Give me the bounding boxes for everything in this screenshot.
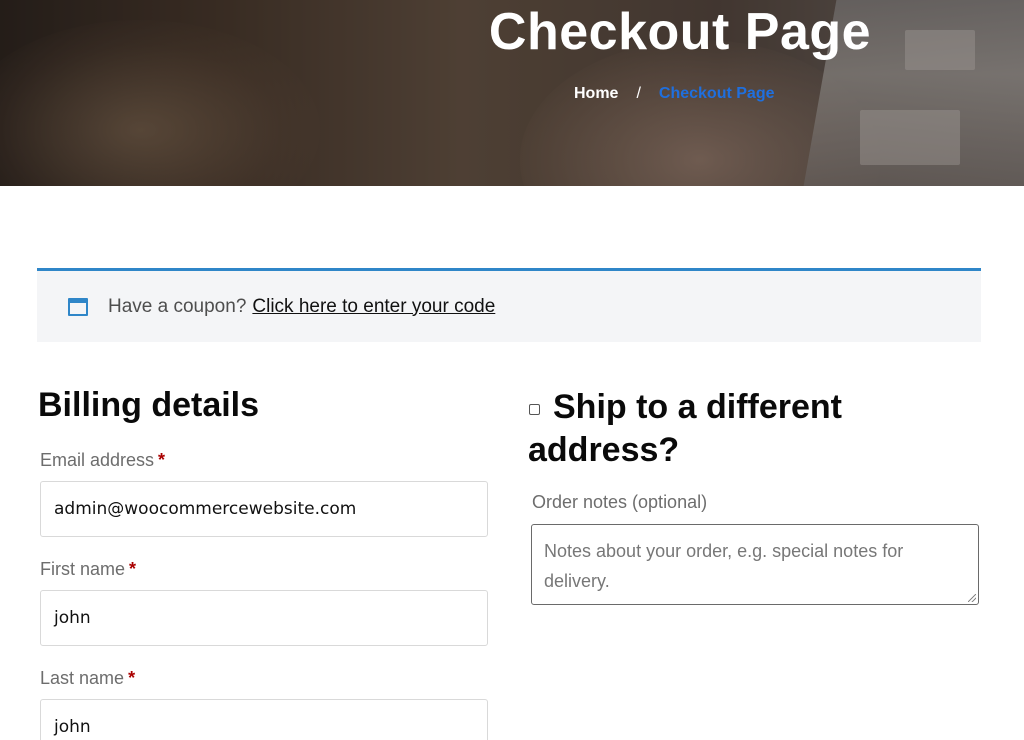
ship-different-heading: Ship to a different address?	[528, 388, 842, 469]
email-field[interactable]: admin@woocommercewebsite.com	[40, 481, 488, 537]
breadcrumb-home-link[interactable]: Home	[574, 85, 618, 103]
resize-grip-icon[interactable]	[968, 594, 976, 602]
last-name-label-text: Last name	[40, 668, 125, 688]
last-name-value: john	[54, 717, 91, 737]
last-name-field[interactable]: john	[40, 699, 488, 740]
order-notes-textarea[interactable]: Notes about your order, e.g. special not…	[531, 524, 979, 605]
coupon-notice: Have a coupon? Click here to enter your …	[37, 268, 981, 342]
breadcrumb-current: Checkout Page	[658, 85, 775, 102]
page-title: Checkout Page	[488, 3, 872, 61]
breadcrumb-separator: /	[636, 85, 641, 102]
email-value: admin@woocommercewebsite.com	[54, 499, 357, 519]
first-name-field[interactable]: john	[40, 590, 488, 646]
required-marker: *	[129, 559, 137, 579]
coupon-text: Have a coupon?	[108, 295, 247, 317]
first-name-value: john	[54, 608, 91, 628]
order-notes-label: Order notes (optional)	[532, 492, 708, 512]
breadcrumb: Home / Checkout Page	[574, 85, 775, 103]
order-notes-placeholder: Notes about your order, e.g. special not…	[544, 541, 904, 591]
email-label: Email address *	[40, 450, 165, 471]
first-name-label: First name *	[40, 559, 136, 580]
first-name-label-text: First name	[40, 559, 126, 579]
coupon-link[interactable]: Click here to enter your code	[252, 296, 495, 318]
billing-heading: Billing details	[38, 386, 260, 424]
email-label-text: Email address	[40, 450, 155, 470]
required-marker: *	[128, 668, 136, 688]
ship-different-section: Ship to a different address?	[528, 386, 948, 472]
window-icon	[68, 297, 88, 316]
required-marker: *	[158, 450, 166, 470]
last-name-label: Last name *	[40, 668, 135, 689]
ship-different-checkbox[interactable]	[529, 404, 540, 415]
hero-banner: Checkout Page Home / Checkout Page	[0, 0, 1024, 186]
